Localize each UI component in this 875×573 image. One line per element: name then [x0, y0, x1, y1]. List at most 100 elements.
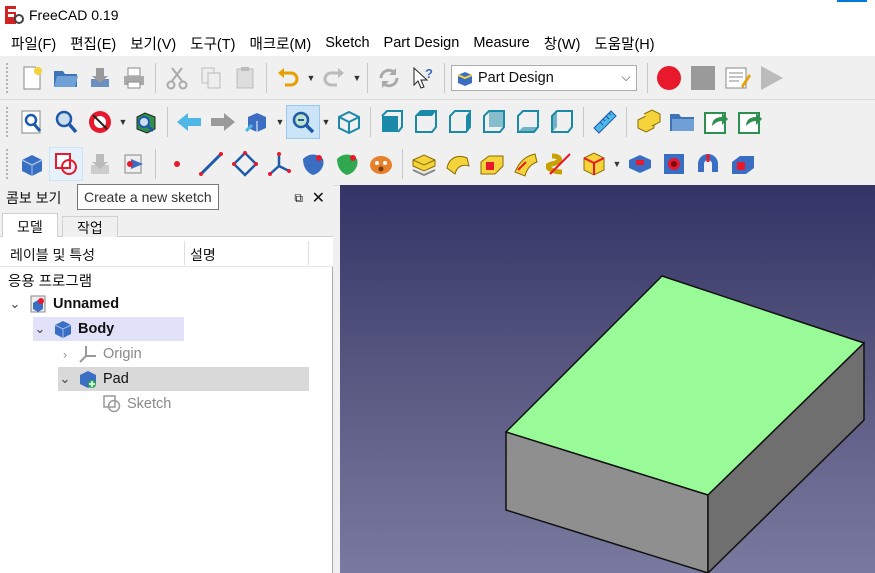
additive-primitive-dropdown-icon[interactable]: ▼: [611, 147, 623, 181]
draw-style-dropdown-icon[interactable]: ▼: [117, 105, 129, 139]
validate-sketch-icon[interactable]: [83, 147, 117, 181]
menu-view[interactable]: 보기(V): [123, 33, 183, 54]
float-panel-icon[interactable]: ⧉: [294, 191, 303, 206]
undo-dropdown-icon[interactable]: ▼: [305, 61, 317, 95]
create-point-icon[interactable]: [160, 147, 194, 181]
freecad-logo-icon: [4, 5, 24, 25]
toolbar-grip[interactable]: [6, 62, 11, 93]
copy-icon[interactable]: [194, 61, 228, 95]
paste-icon[interactable]: [228, 61, 262, 95]
menu-help[interactable]: 도움말(H): [587, 33, 661, 54]
create-group-icon[interactable]: [665, 105, 699, 139]
title-accent: [837, 0, 867, 2]
expand-arrow-icon[interactable]: ⌄: [58, 371, 72, 387]
measure-ruler-icon[interactable]: [588, 105, 622, 139]
3d-viewport[interactable]: [340, 185, 875, 573]
tree-item-body[interactable]: ⌄ Body: [33, 317, 184, 341]
expand-arrow-icon[interactable]: ⌄: [8, 296, 22, 312]
stop-macro-icon[interactable]: [686, 61, 720, 95]
create-part-icon[interactable]: [631, 105, 665, 139]
column-divider[interactable]: [308, 241, 309, 265]
additive-primitive-icon[interactable]: [577, 147, 611, 181]
additive-pipe-icon[interactable]: [509, 147, 543, 181]
zoom-icon[interactable]: [286, 104, 320, 139]
pad-icon[interactable]: [407, 147, 441, 181]
close-icon[interactable]: ✕: [312, 188, 325, 208]
collapse-arrow-icon[interactable]: ›: [58, 347, 72, 362]
undo-icon[interactable]: [271, 61, 305, 95]
subshape-binder-icon[interactable]: [330, 147, 364, 181]
toolbar-separator: [583, 106, 584, 137]
whats-this-icon[interactable]: ?: [406, 61, 440, 95]
play-macro-icon[interactable]: [754, 61, 788, 95]
tree-item-pad[interactable]: ⌄ Pad: [58, 367, 309, 391]
tab-model[interactable]: 모델: [2, 213, 58, 238]
column-description[interactable]: 설명: [190, 245, 216, 265]
3d-scene[interactable]: [340, 185, 875, 573]
shape-binder-icon[interactable]: [296, 147, 330, 181]
new-document-button[interactable]: [15, 61, 49, 95]
front-view-icon[interactable]: [375, 105, 409, 139]
zoom-dropdown-icon[interactable]: ▼: [320, 105, 332, 139]
record-macro-icon[interactable]: [652, 61, 686, 95]
create-line-icon[interactable]: [194, 147, 228, 181]
workbench-selector[interactable]: Part Design ⌵: [451, 64, 637, 91]
draw-style-icon[interactable]: [83, 105, 117, 139]
column-labels-properties[interactable]: 레이블 및 특성: [10, 245, 95, 265]
fit-selection-icon[interactable]: [49, 105, 83, 139]
column-divider[interactable]: [184, 241, 185, 265]
create-sketch-button[interactable]: [49, 146, 83, 181]
refresh-icon[interactable]: [372, 61, 406, 95]
additive-helix-icon[interactable]: [543, 147, 577, 181]
create-body-icon[interactable]: [15, 147, 49, 181]
menu-macro[interactable]: 매크로(M): [242, 33, 318, 54]
open-button[interactable]: [49, 61, 83, 95]
forward-arrow-icon[interactable]: [206, 105, 240, 139]
revolution-icon[interactable]: [441, 147, 475, 181]
local-coordinate-icon[interactable]: [262, 147, 296, 181]
toolbar-grip[interactable]: [6, 106, 11, 137]
menu-edit[interactable]: 편집(E): [63, 33, 123, 54]
tab-tasks[interactable]: 작업: [62, 216, 118, 237]
toolbar-separator: [626, 106, 627, 137]
tree-item-sketch[interactable]: Sketch: [96, 392, 171, 416]
redo-dropdown-icon[interactable]: ▼: [351, 61, 363, 95]
sync-view-icon[interactable]: [240, 105, 274, 139]
bottom-view-icon[interactable]: [511, 105, 545, 139]
print-button[interactable]: [117, 61, 151, 95]
map-sketch-icon[interactable]: [117, 147, 151, 181]
redo-icon[interactable]: [317, 61, 351, 95]
combo-view-tabs: 모델 작업: [0, 211, 333, 238]
pocket-icon[interactable]: [623, 147, 657, 181]
clone-icon[interactable]: [364, 147, 398, 181]
menu-file[interactable]: 파일(F): [4, 33, 63, 54]
macro-editor-icon[interactable]: [720, 61, 754, 95]
menu-sketch[interactable]: Sketch: [318, 35, 376, 51]
cut-icon[interactable]: [160, 61, 194, 95]
tree-item-origin[interactable]: › Origin: [58, 342, 142, 366]
bounding-box-icon[interactable]: [129, 105, 163, 139]
rear-view-icon[interactable]: [477, 105, 511, 139]
menu-part-design[interactable]: Part Design: [377, 35, 467, 51]
right-view-icon[interactable]: [443, 105, 477, 139]
groove-icon[interactable]: [691, 147, 725, 181]
additive-loft-icon[interactable]: [475, 147, 509, 181]
expand-arrow-icon[interactable]: ⌄: [33, 321, 47, 337]
tree-item-unnamed[interactable]: ⌄ Unnamed: [8, 292, 119, 316]
back-arrow-icon[interactable]: [172, 105, 206, 139]
save-button[interactable]: [83, 61, 117, 95]
sync-view-dropdown-icon[interactable]: ▼: [274, 105, 286, 139]
toolbar-grip[interactable]: [6, 148, 11, 179]
left-view-icon[interactable]: [545, 105, 579, 139]
menu-tools[interactable]: 도구(T): [183, 33, 242, 54]
link-icon[interactable]: [699, 105, 733, 139]
top-view-icon[interactable]: [409, 105, 443, 139]
subtractive-loft-icon[interactable]: [725, 147, 759, 181]
create-plane-icon[interactable]: [228, 147, 262, 181]
hole-icon[interactable]: [657, 147, 691, 181]
link-sub-icon[interactable]: [733, 105, 767, 139]
menu-measure[interactable]: Measure: [466, 35, 536, 51]
menu-window[interactable]: 창(W): [537, 33, 588, 54]
fit-all-icon[interactable]: [15, 105, 49, 139]
isometric-view-icon[interactable]: [332, 105, 366, 139]
